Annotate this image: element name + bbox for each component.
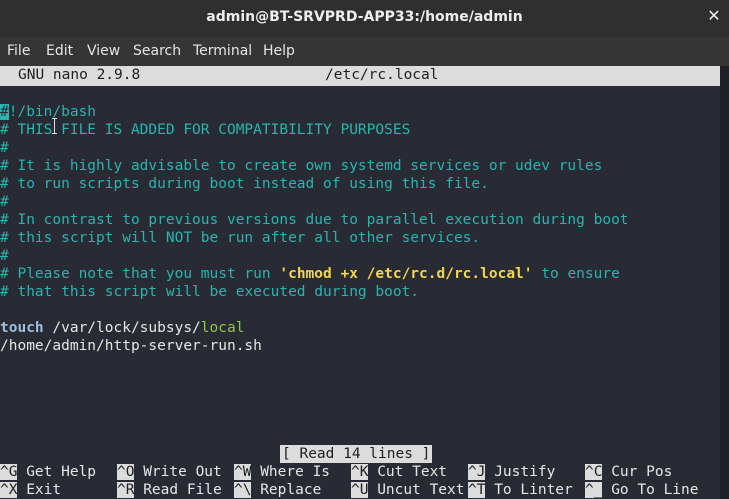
file-line-9[interactable]: # — [0, 247, 9, 265]
file-line-5[interactable]: # to run scripts during boot instead of … — [0, 175, 489, 193]
shortcut-to-linter[interactable]: ^T To Linter — [468, 481, 573, 499]
shortcut-justify[interactable]: ^J Justify — [468, 463, 555, 481]
terminal-area[interactable]: GNU nano 2.9.8 /etc/rc.local #!/bin/bash… — [0, 66, 729, 499]
shortcut-exit[interactable]: ^X Exit — [0, 481, 61, 499]
menu-terminal[interactable]: Terminal — [193, 43, 252, 59]
nano-header: GNU nano 2.9.8 /etc/rc.local — [0, 66, 720, 86]
menu-edit[interactable]: Edit — [46, 43, 73, 59]
file-line-11[interactable]: # that this script will be executed duri… — [0, 283, 419, 301]
menu-file[interactable]: File — [7, 43, 30, 59]
shortcut-cut-text[interactable]: ^K Cut Text — [351, 463, 447, 481]
shortcut-cur-pos[interactable]: ^C Cur Pos — [585, 463, 672, 481]
shortcut-read-file[interactable]: ^R Read File — [117, 481, 222, 499]
file-line-13[interactable]: touch /var/lock/subsys/local — [0, 319, 244, 337]
shortcut-uncut-text[interactable]: ^U Uncut Text — [351, 481, 465, 499]
window-titlebar: admin@BT-SRVPRD-APP33:/home/admin ✕ — [0, 0, 729, 37]
file-line-1[interactable]: #!/bin/bash — [0, 103, 96, 121]
file-line-7[interactable]: # In contrast to previous versions due t… — [0, 211, 629, 229]
shortcut-replace[interactable]: ^\ Replace — [234, 481, 321, 499]
shortcut-where-is[interactable]: ^W Where Is — [234, 463, 330, 481]
mouse-ibeam-cursor-icon — [52, 118, 58, 134]
menu-search[interactable]: Search — [133, 43, 181, 59]
menu-bar: File Edit View Search Terminal Help — [0, 37, 729, 66]
menu-help[interactable]: Help — [263, 43, 295, 59]
text-cursor: # — [0, 104, 9, 120]
window-title: admin@BT-SRVPRD-APP33:/home/admin — [206, 9, 523, 25]
shortcut-go-to-line[interactable]: ^_ Go To Line — [585, 481, 699, 499]
nano-version: GNU nano 2.9.8 — [18, 67, 141, 83]
file-line-6[interactable]: # — [0, 193, 9, 211]
shortcut-get-help[interactable]: ^G Get Help — [0, 463, 96, 481]
file-line-8[interactable]: # this script will NOT be run after all … — [0, 229, 480, 247]
file-line-10[interactable]: # Please note that you must run 'chmod +… — [0, 265, 620, 283]
close-icon[interactable]: ✕ — [707, 8, 721, 24]
file-line-14[interactable]: /home/admin/http-server-run.sh — [0, 337, 262, 355]
status-message: [ Read 14 lines ] — [280, 445, 433, 463]
terminal-scrollbar[interactable] — [720, 66, 729, 499]
menu-view[interactable]: View — [87, 43, 120, 59]
nano-filename: /etc/rc.local — [325, 67, 439, 83]
shortcut-write-out[interactable]: ^O Write Out — [117, 463, 222, 481]
file-line-4[interactable]: # It is highly advisable to create own s… — [0, 157, 602, 175]
file-line-3[interactable]: # — [0, 139, 9, 157]
file-line-2[interactable]: # THIS FILE IS ADDED FOR COMPATIBILITY P… — [0, 121, 410, 139]
